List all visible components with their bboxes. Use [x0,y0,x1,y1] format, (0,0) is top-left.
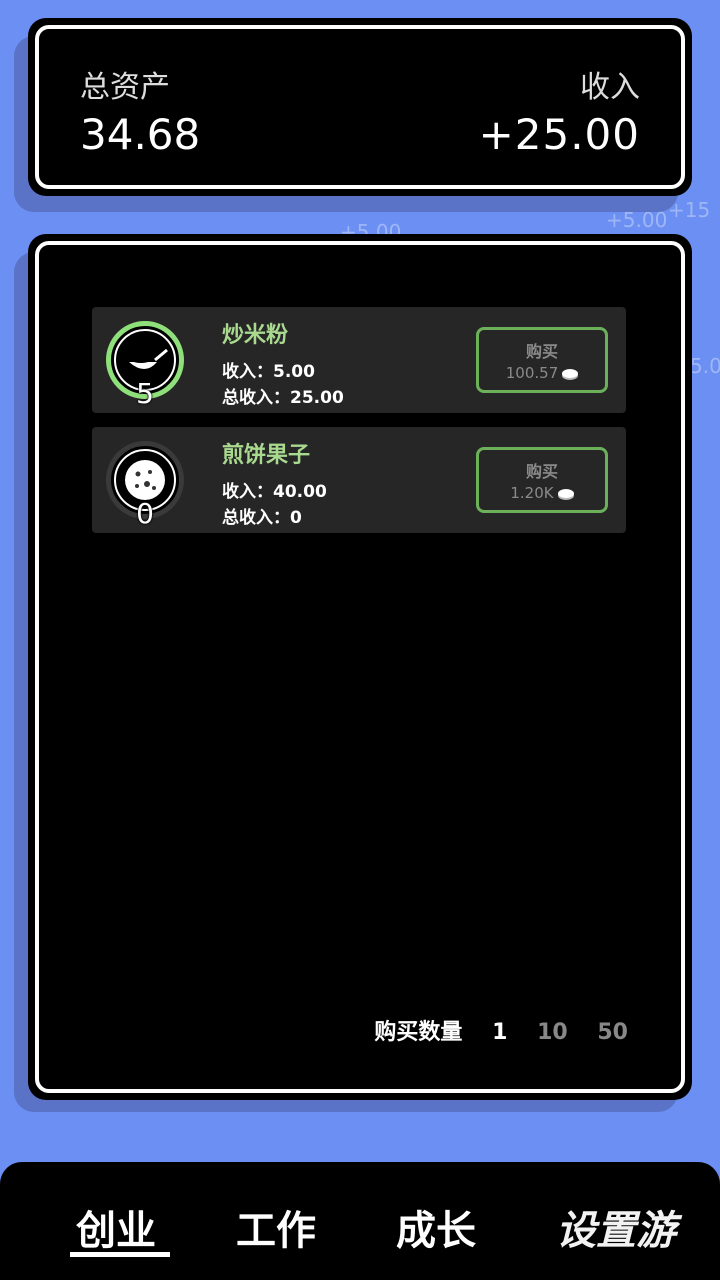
item-income: 收入：40.00 [222,482,327,502]
tab-growth[interactable]: 成长 [396,1198,476,1256]
business-item: 0 煎饼果子 收入：40.00 总收入：0 购买 1.20K [92,427,626,533]
summary-card: 总资产 34.68 收入 +25.00 [28,18,692,196]
coin-icon [562,369,579,378]
quantity-option-10[interactable]: 10 [537,1020,568,1045]
item-name: 煎饼果子 [222,443,311,468]
item-total-income: 总收入：25.00 [222,388,344,408]
buy-button[interactable]: 购买 1.20K [476,447,608,513]
item-income: 收入：5.00 [222,362,315,382]
active-tab-indicator [70,1252,170,1257]
quantity-option-1[interactable]: 1 [492,1020,507,1045]
coin-icon [557,489,574,498]
total-assets-label: 总资产 [80,70,170,105]
business-item: 5 炒米粉 收入：5.00 总收入：25.00 购买 100.57 [92,307,626,413]
purchase-quantity-selector: 购买数量 1 10 50 [374,1014,628,1046]
summary-card-border [35,25,685,189]
purchase-quantity-label: 购买数量 [374,1020,463,1045]
income-label: 收入 [580,70,640,105]
buy-button[interactable]: 购买 100.57 [476,327,608,393]
tab-startup[interactable]: 创业 [76,1198,156,1256]
watermark-logo: 设置游 [556,1208,676,1254]
quantity-option-50[interactable]: 50 [597,1020,628,1045]
item-count: 5 [136,377,154,410]
floating-number: 5.0 [690,354,720,378]
item-total-income: 总收入：0 [222,508,302,528]
buy-button-label: 购买 [525,342,558,361]
bottom-nav: 创业 工作 成长 设置游 [0,1162,720,1280]
income-value: +25.00 [478,110,640,159]
buy-price: 100.57 [479,364,605,382]
buy-price-value: 1.20K [510,484,554,502]
item-name: 炒米粉 [222,323,289,348]
business-panel: 5 炒米粉 收入：5.00 总收入：25.00 购买 100.57 0 煎饼果子… [28,234,692,1100]
buy-price: 1.20K [479,484,605,502]
total-assets-value: 34.68 [80,110,201,159]
buy-button-label: 购买 [525,462,558,481]
item-count: 0 [136,497,154,530]
tab-work[interactable]: 工作 [236,1198,316,1256]
buy-price-value: 100.57 [505,364,559,382]
